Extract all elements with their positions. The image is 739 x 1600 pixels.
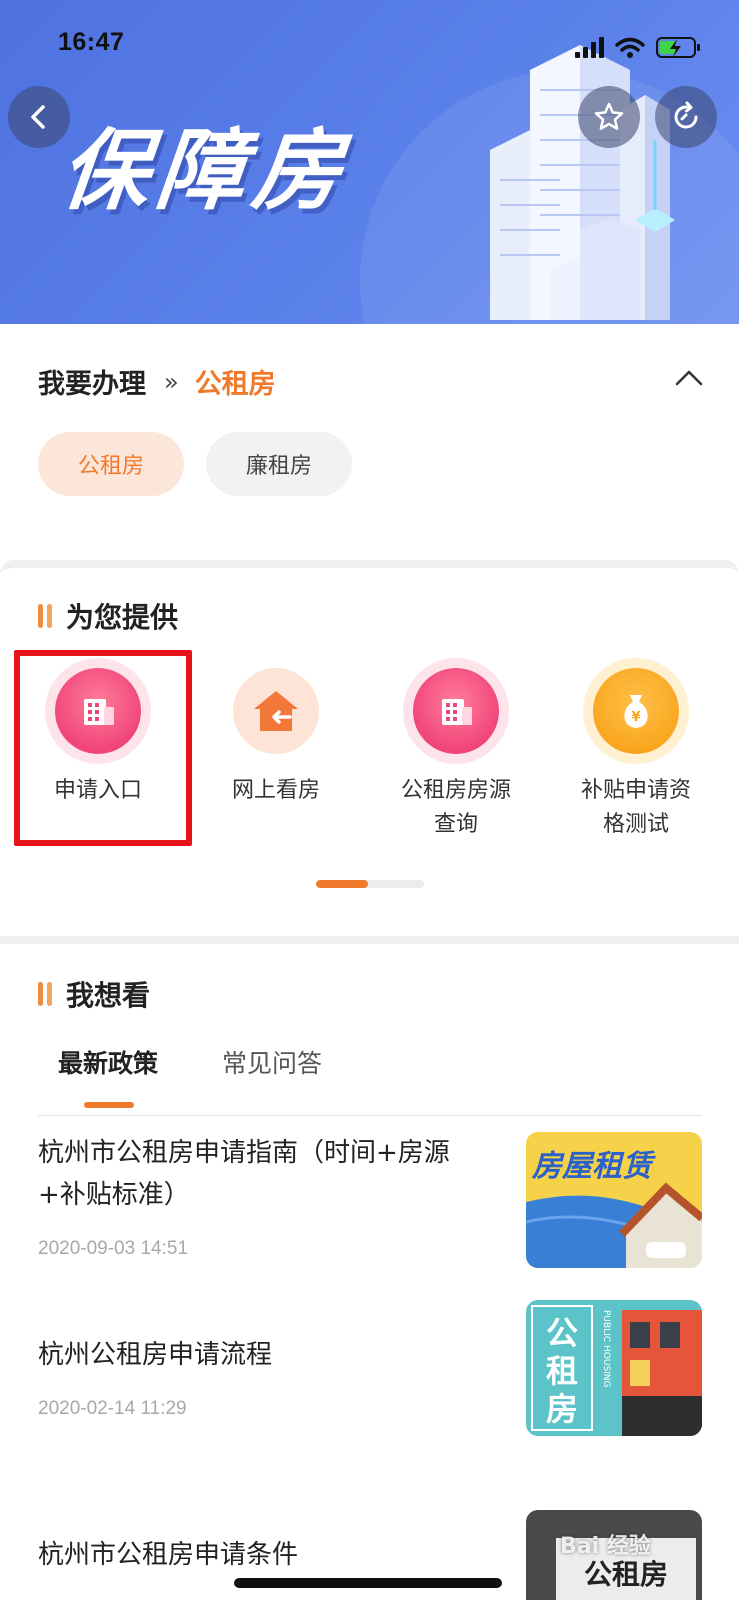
wifi-icon <box>615 37 645 52</box>
news-item-title: 杭州市公租房申请指南（时间+房源+补贴标准） <box>38 1138 450 1210</box>
news-heading: 我想看 <box>38 974 150 1014</box>
highlight-annotation <box>14 650 192 846</box>
services-title: 为您提供 <box>66 601 179 634</box>
back-button[interactable] <box>8 86 70 148</box>
service-online-viewing[interactable]: 网上看房 <box>186 668 366 808</box>
svg-text:¥: ¥ <box>631 710 640 725</box>
home-indicator <box>234 1578 502 1588</box>
news-item[interactable]: 杭州市公租房申请指南（时间+房源+补贴标准） 2020-09-03 14:51 … <box>38 1132 702 1268</box>
service-label: 网上看房 <box>231 778 320 803</box>
service-label: 补贴申请资 格测试 <box>580 778 691 837</box>
refresh-button[interactable] <box>655 86 717 148</box>
services-section: 为您提供 申请入口 网上看房 公租房房源 查询 ¥ 补贴申请资 格测试 <box>0 560 739 936</box>
buildings-illustration <box>490 45 675 320</box>
status-time: 16:47 <box>58 28 125 56</box>
chip-low-rent[interactable]: 廉租房 <box>206 432 352 496</box>
news-thumbnail: 公 租 房 PUBLIC HOUSING <box>526 1300 702 1436</box>
refresh-icon <box>674 101 698 129</box>
news-tabs: 最新政策 常见问答 <box>38 1032 702 1116</box>
thumbnail-text: 公租房 <box>584 1558 668 1591</box>
news-section: 我想看 最新政策 常见问答 杭州市公租房申请指南（时间+房源+补贴标准） 202… <box>0 936 739 1600</box>
chevron-left-icon <box>31 105 45 129</box>
carousel-pager[interactable] <box>316 880 424 888</box>
news-item[interactable]: 杭州公租房申请流程 2020-02-14 11:29 公 租 房 PUBLIC … <box>38 1300 702 1436</box>
favorite-button[interactable] <box>578 86 640 148</box>
banner-title: 保障房 <box>55 119 355 222</box>
thumbnail-text: 房屋租赁 <box>531 1149 656 1184</box>
services-heading: 为您提供 <box>38 596 178 636</box>
star-icon <box>594 102 624 130</box>
service-housing-search[interactable]: 公租房房源 查询 <box>366 668 546 842</box>
svg-text:租: 租 <box>546 1352 578 1390</box>
breadcrumb-label: 我要办理 <box>38 369 146 400</box>
service-label: 公租房房源 查询 <box>400 778 511 837</box>
section-marker-icon <box>38 604 52 628</box>
house-icon <box>233 668 319 754</box>
watermark: Bai 经验 <box>560 1534 651 1559</box>
pager-active-indicator <box>316 880 368 888</box>
signal-icon <box>575 37 604 58</box>
double-chevron-icon: » <box>164 367 179 396</box>
battery-icon <box>656 37 700 58</box>
chevron-up-icon[interactable] <box>673 364 705 392</box>
news-title: 我想看 <box>66 979 151 1012</box>
status-icons <box>575 37 700 58</box>
thumbnail-subtext: PUBLIC HOUSING <box>601 1310 611 1388</box>
section-marker-icon <box>38 982 52 1006</box>
svg-text:房: 房 <box>546 1390 578 1428</box>
banner: 16:47 保障房 <box>0 0 739 324</box>
news-item-title: 杭州公租房申请流程 <box>38 1340 273 1370</box>
money-bag-icon: ¥ <box>593 668 679 754</box>
breadcrumb-current: 公租房 <box>194 369 276 400</box>
handle-section: 我要办理 » 公租房 公租房 廉租房 <box>0 324 739 560</box>
building-icon <box>413 668 499 754</box>
tab-faq[interactable]: 常见问答 <box>222 1044 322 1080</box>
svg-text:公: 公 <box>546 1314 578 1352</box>
tab-active-underline <box>84 1102 134 1108</box>
service-subsidy-test[interactable]: ¥ 补贴申请资 格测试 <box>546 668 726 842</box>
tab-latest-policy[interactable]: 最新政策 <box>58 1044 158 1080</box>
chip-public-rental[interactable]: 公租房 <box>38 432 184 496</box>
news-thumbnail: 房屋租赁 <box>526 1132 702 1268</box>
breadcrumb: 我要办理 » 公租房 <box>38 362 276 401</box>
news-item-title: 杭州市公租房申请条件 <box>38 1540 299 1570</box>
